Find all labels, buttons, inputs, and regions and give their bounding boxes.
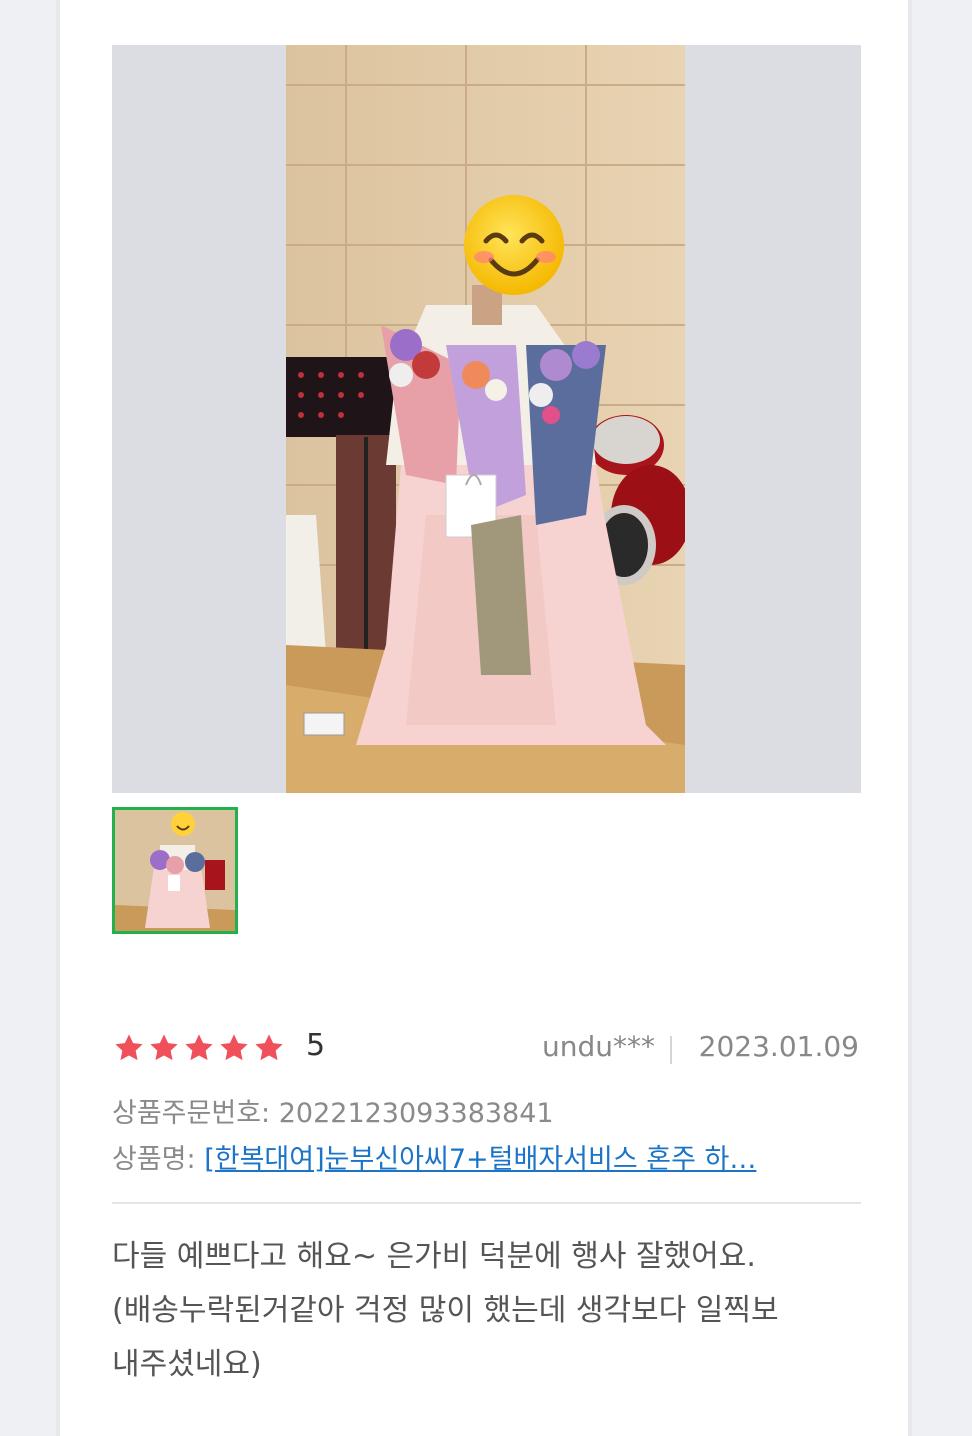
review-photo — [286, 45, 685, 793]
star-icon — [255, 1034, 283, 1061]
star-icon — [185, 1034, 213, 1061]
review-body-line: 내주셨네요) — [112, 1347, 262, 1382]
review-photo-viewer[interactable] — [112, 45, 861, 793]
review-body: 다들 예쁘다고 해요~ 은가비 덕분에 행사 잘했어요. (배송누락된거같아 걱… — [112, 1230, 872, 1392]
order-number-value: 2022123093383841 — [278, 1098, 554, 1129]
star-icon — [220, 1034, 248, 1061]
review-photo-illustration — [286, 45, 685, 793]
review-author: undu*** — [541, 1030, 655, 1063]
meta-separator — [670, 1036, 672, 1064]
product-name-label: 상품명: — [112, 1144, 196, 1175]
divider — [112, 1202, 861, 1204]
photo-thumbnail-selected[interactable] — [112, 807, 238, 934]
order-number-label: 상품주문번호: — [112, 1098, 271, 1129]
review-meta-row: 5 undu*** 2023.01.09 — [112, 1026, 861, 1070]
photo-thumbnail-image — [115, 810, 235, 931]
product-name-link[interactable]: [한복대여]눈부신아씨7+털배자서비스 혼주 하… — [204, 1144, 756, 1175]
product-name-line: 상품명: [한복대여]눈부신아씨7+털배자서비스 혼주 하… — [112, 1137, 842, 1176]
star-icon — [150, 1034, 178, 1061]
order-number-line: 상품주문번호: 2022123093383841 — [112, 1091, 554, 1130]
review-body-line: (배송누락된거같아 걱정 많이 했는데 생각보다 일찍보 — [112, 1293, 779, 1328]
rating-score: 5 — [306, 1028, 326, 1063]
star-rating — [112, 1032, 286, 1064]
star-icon — [115, 1034, 143, 1061]
review-body-line: 다들 예쁘다고 해요~ 은가비 덕분에 행사 잘했어요. — [112, 1239, 756, 1274]
review-date: 2023.01.09 — [698, 1030, 859, 1063]
